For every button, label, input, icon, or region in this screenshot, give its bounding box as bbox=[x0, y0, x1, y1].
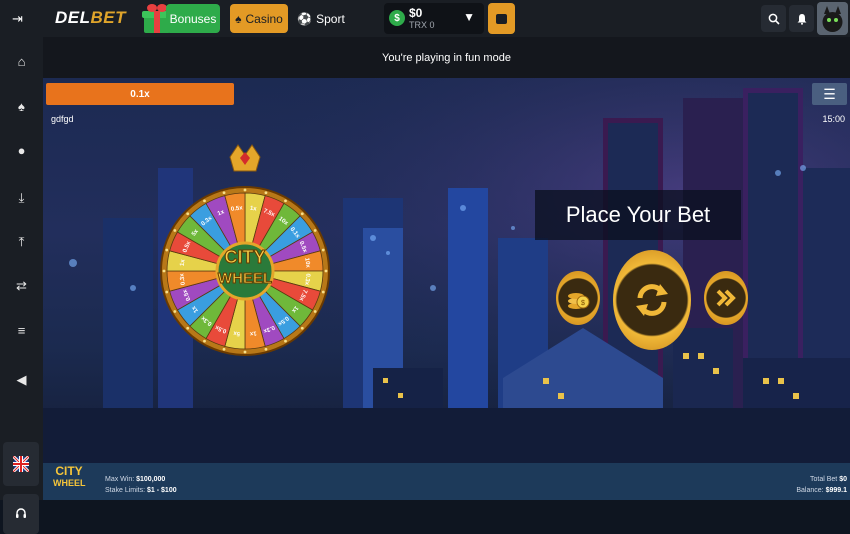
wheel-rim-light bbox=[243, 188, 247, 192]
megaphone-icon[interactable]: ◀ bbox=[0, 365, 43, 395]
basketball-icon[interactable]: ● bbox=[0, 135, 43, 165]
logo-suffix: BET bbox=[90, 8, 126, 27]
coins-stack-icon: $ bbox=[568, 293, 590, 309]
search-button[interactable] bbox=[761, 5, 786, 32]
game-canvas[interactable]: 0.1x ☰ gdfgd 15:00 1x 7.5x 10x 0.1x 0.5x 10x 0… bbox=[43, 78, 850, 463]
wheel-rim-light bbox=[321, 248, 325, 252]
wheel-rim-light bbox=[313, 310, 317, 313]
total-bet-label: Total Bet bbox=[810, 476, 838, 483]
wheel-rim-light bbox=[203, 199, 206, 203]
wallet-amount: $0 bbox=[409, 6, 423, 20]
upload-icon[interactable]: ⤒ bbox=[0, 227, 43, 257]
menu-button[interactable]: ☰ bbox=[812, 83, 847, 105]
multiplier-bar: 0.1x bbox=[46, 83, 234, 105]
wheel-rim-light bbox=[222, 191, 226, 195]
stake-button[interactable]: $ bbox=[556, 271, 600, 325]
dollar-coin-icon: $ bbox=[389, 10, 405, 26]
wheel-rim-light bbox=[313, 229, 317, 232]
wheel-crown-icon bbox=[229, 144, 261, 172]
autoplay-button[interactable] bbox=[704, 271, 748, 325]
casino-label: Casino bbox=[245, 11, 283, 26]
game-clock: 15:00 bbox=[822, 114, 845, 124]
notifications-button[interactable] bbox=[789, 5, 814, 32]
wheel-title-city: CITY bbox=[224, 247, 265, 267]
wheel-rim-light bbox=[321, 290, 325, 294]
logo-prefix: DEL bbox=[55, 8, 91, 27]
deposit-button[interactable] bbox=[488, 3, 515, 34]
sport-button[interactable]: ⚽ Sport bbox=[296, 4, 346, 33]
wheel-rim-light bbox=[264, 347, 268, 351]
wheel-rim-light bbox=[264, 191, 268, 195]
spade-icon: ♠ bbox=[235, 11, 242, 26]
avatar[interactable] bbox=[817, 2, 848, 35]
game-footer: CITY WHEEL Max Win: $100,000 Stake Limit… bbox=[43, 463, 850, 500]
support-button[interactable] bbox=[3, 494, 39, 534]
wheel-rim-light bbox=[165, 248, 169, 252]
stake-limits-label: Stake Limits: bbox=[105, 487, 146, 494]
home-icon[interactable]: ⌂ bbox=[0, 46, 43, 76]
wheel-rim-light bbox=[300, 326, 304, 330]
spade-icon[interactable]: ♠ bbox=[0, 91, 43, 121]
svg-text:$: $ bbox=[581, 300, 585, 307]
spin-button[interactable] bbox=[613, 250, 691, 350]
total-bet: Total Bet $0 bbox=[810, 476, 847, 483]
wheel-rim-light bbox=[186, 326, 190, 330]
game-session-name: gdfgd bbox=[51, 114, 74, 124]
sport-label: Sport bbox=[316, 11, 345, 26]
city-wheel: 1x 7.5x10x0.1x0.5x10x0.3x7.5x1x0.5x0.3x1x… bbox=[160, 144, 330, 356]
fast-forward-icon bbox=[716, 289, 736, 307]
wheel-rim-light bbox=[222, 347, 226, 351]
wallet-sub: TRX 0 bbox=[409, 20, 435, 30]
transfer-icon[interactable]: ⇄ bbox=[0, 271, 43, 301]
wheel-rim-light bbox=[284, 199, 287, 203]
wheel-rim-light bbox=[284, 339, 287, 343]
fun-mode-banner: You're playing in fun mode bbox=[43, 37, 850, 78]
wheel-rim-light bbox=[173, 229, 177, 232]
search-icon bbox=[768, 13, 780, 25]
sidebar: ⌂ ♠ ● ⤓ ⤒ ⇄ ≡ ◀ bbox=[0, 37, 43, 534]
download-icon[interactable]: ⤓ bbox=[0, 183, 43, 213]
uk-flag-icon bbox=[13, 456, 29, 472]
wheel-rim-light bbox=[186, 212, 190, 216]
balance-value: $999.1 bbox=[825, 487, 847, 494]
language-selector[interactable] bbox=[3, 442, 39, 486]
wheel-rim-light bbox=[162, 269, 166, 273]
wheel-rim-light bbox=[165, 290, 169, 294]
refresh-icon bbox=[636, 284, 668, 316]
coins-icon[interactable]: ≡ bbox=[0, 315, 43, 345]
balance: Balance: $999.1 bbox=[796, 487, 847, 494]
stake-limits-value: $1 - $100 bbox=[147, 487, 177, 494]
place-bet-label: Place Your Bet bbox=[535, 190, 741, 240]
chevron-down-icon: ▼ bbox=[463, 10, 475, 24]
footer-logo-city: CITY bbox=[55, 464, 83, 478]
soccer-ball-icon: ⚽ bbox=[297, 11, 313, 26]
casino-button[interactable]: ♠ Casino bbox=[230, 4, 288, 33]
wallet-selector[interactable]: $ $0 TRX 0 ▼ bbox=[384, 3, 484, 34]
top-navigation-bar: ⇥ DELBET Bonuses ♠ Casino ⚽ Sport $ $0 T… bbox=[0, 0, 850, 37]
balance-label: Balance: bbox=[796, 487, 824, 494]
wheel-rim-light bbox=[173, 310, 177, 313]
stake-limits: Stake Limits: $1 - $100 bbox=[105, 487, 177, 494]
wheel-rim-light bbox=[300, 212, 304, 216]
wallet-icon bbox=[496, 13, 507, 24]
headset-icon bbox=[16, 508, 26, 518]
max-win-label: Max Win: bbox=[105, 476, 135, 483]
total-bet-value: $0 bbox=[839, 476, 847, 483]
sidebar-toggle-icon[interactable]: ⇥ bbox=[12, 11, 23, 27]
bell-icon bbox=[797, 13, 806, 25]
wheel-rim-light bbox=[203, 339, 206, 343]
bonuses-button[interactable]: Bonuses bbox=[166, 4, 220, 33]
fun-mode-text: You're playing in fun mode bbox=[382, 51, 511, 64]
wheel-title-wheel: WHEEL bbox=[218, 270, 272, 287]
max-win-value: $100,000 bbox=[136, 476, 166, 483]
footer-logo-wheel: WHEEL bbox=[53, 478, 86, 488]
wheel-rim-light bbox=[324, 269, 328, 273]
city-wheel-logo: CITY WHEEL bbox=[53, 464, 86, 498]
site-logo[interactable]: DELBET bbox=[55, 8, 126, 28]
hamburger-icon: ☰ bbox=[823, 85, 836, 102]
wheel-rim-light bbox=[243, 350, 247, 354]
max-win: Max Win: $100,000 bbox=[105, 476, 165, 483]
